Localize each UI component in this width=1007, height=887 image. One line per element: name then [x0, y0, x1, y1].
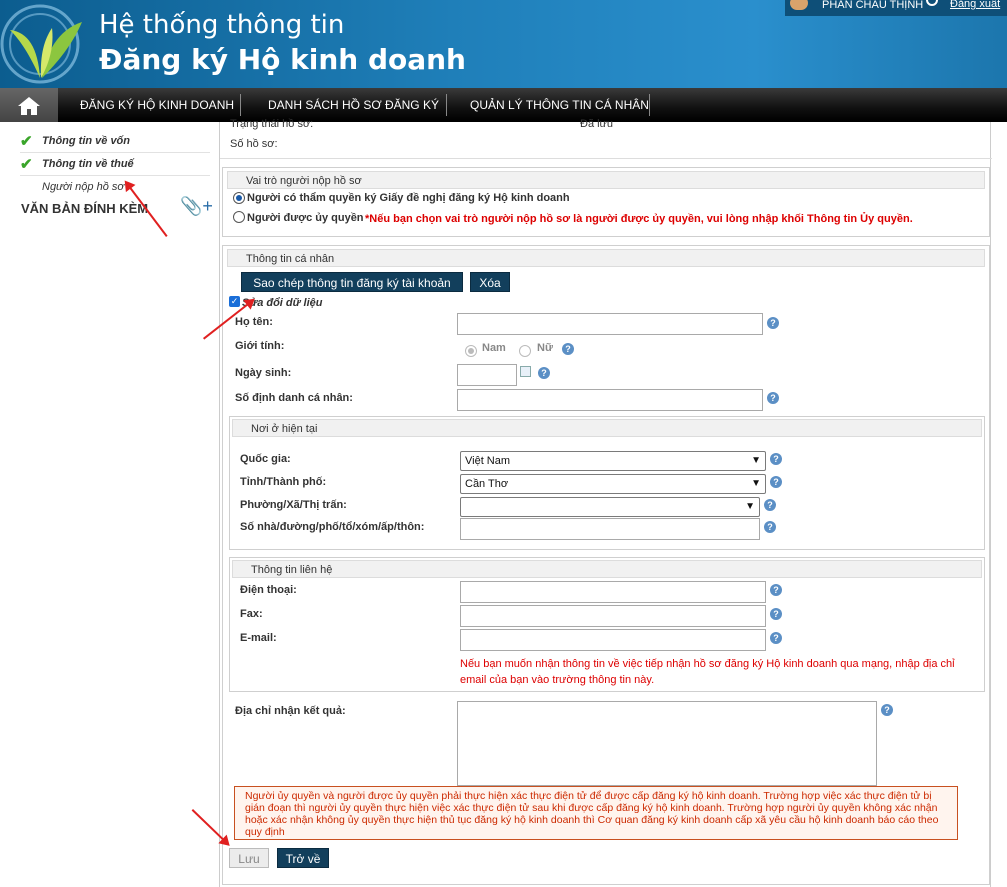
dien-thoai-label: Điện thoại: [240, 584, 297, 596]
divider [20, 175, 210, 176]
user-name: PHAN CHÂU THỊNH [822, 0, 924, 11]
nav-item-danh-sach[interactable]: DANH SÁCH HỒ SƠ ĐĂNG KÝ [268, 88, 439, 122]
gender-female-label: Nữ [537, 342, 553, 354]
divider [220, 158, 992, 159]
status-label: Trạng thái hồ sơ: [230, 118, 314, 130]
chevron-down-icon: ▼ [751, 455, 761, 466]
dien-thoai-input[interactable] [460, 581, 766, 603]
app-title-line2: Đăng ký Hộ kinh doanh [99, 43, 466, 76]
delete-button[interactable]: Xóa [470, 272, 510, 292]
status-value: Đã lưu [580, 118, 614, 130]
save-button[interactable]: Lưu [229, 848, 269, 868]
so-dinh-danh-label: Số định danh cá nhân: [235, 392, 353, 404]
attachments-heading: VĂN BẢN ĐÍNH KÈM [21, 201, 149, 216]
ngay-sinh-label: Ngày sinh: [235, 367, 292, 379]
role-legend: Vai trò người nộp hồ sơ [227, 171, 985, 189]
nav-divider [240, 94, 241, 116]
chevron-down-icon: ▼ [745, 501, 755, 512]
nav-item-quan-ly[interactable]: QUẢN LÝ THÔNG TIN CÁ NHÂN [470, 88, 649, 122]
quoc-gia-label: Quốc gia: [240, 453, 291, 465]
contact-legend: Thông tin liên hệ [232, 560, 982, 578]
sidebar-item-nguoi-nop[interactable]: Người nộp hồ sơ [42, 181, 124, 193]
edit-data-checkbox[interactable]: ✓ [229, 296, 240, 307]
personal-legend: Thông tin cá nhân [227, 249, 985, 267]
help-icon[interactable]: ? [770, 453, 782, 465]
email-note: Nếu bạn muốn nhận thông tin về việc tiếp… [460, 658, 955, 686]
fax-input[interactable] [460, 605, 766, 627]
user-bar: PHAN CHÂU THỊNH Đăng xuất [785, 0, 1007, 16]
residence-section: Nơi ở hiện tại Quốc gia: Việt Nam ▼ ? Tỉn… [229, 416, 985, 550]
residence-legend: Nơi ở hiện tại [232, 419, 982, 437]
role-option-authorized: Người được ủy quyền [247, 212, 364, 224]
paperclip-add-icon[interactable]: 📎+ [180, 196, 213, 217]
divider [20, 152, 210, 153]
app-title-line1: Hệ thống thông tin [99, 10, 345, 40]
so-dinh-danh-input[interactable] [457, 389, 763, 411]
phuong-select[interactable]: ▼ [460, 497, 760, 517]
role-option-owner: Người có thẩm quyền ký Giấy đề nghị đăng… [247, 192, 570, 204]
copy-account-info-button[interactable]: Sao chép thông tin đăng ký tài khoản [241, 272, 463, 292]
email-input[interactable] [460, 629, 766, 651]
ngay-sinh-input[interactable] [457, 364, 517, 386]
main-content: Trạng thái hồ sơ: Đã lưu Số hồ sơ: Vai t… [219, 118, 992, 887]
nav-divider [446, 94, 447, 116]
sidebar-item-thue[interactable]: Thông tin về thuế [42, 158, 134, 170]
role-note: *Nếu bạn chọn vai trò người nộp hồ sơ là… [365, 213, 913, 225]
so-ho-so-label: Số hồ sơ: [230, 138, 278, 150]
help-icon[interactable]: ? [770, 584, 782, 596]
ho-ten-label: Họ tên: [235, 316, 273, 328]
quoc-gia-value: Việt Nam [465, 455, 511, 467]
tinh-select[interactable]: Cần Thơ ▼ [460, 474, 766, 494]
calendar-icon[interactable] [520, 366, 531, 377]
email-label: E-mail: [240, 632, 277, 644]
back-button[interactable]: Trở về [277, 848, 329, 868]
so-nha-input[interactable] [460, 518, 760, 540]
help-icon[interactable]: ? [770, 608, 782, 620]
ho-ten-input[interactable] [457, 313, 763, 335]
contact-section: Thông tin liên hệ Điện thoại: ? Fax: ? E… [229, 557, 985, 692]
help-icon[interactable]: ? [764, 499, 776, 511]
check-icon: ✔ [20, 133, 33, 150]
so-nha-label: Số nhà/đường/phố/tổ/xóm/ấp/thôn: [240, 521, 425, 533]
nav-item-dang-ky[interactable]: ĐĂNG KÝ HỘ KINH DOANH [80, 88, 234, 122]
quoc-gia-select[interactable]: Việt Nam ▼ [460, 451, 766, 471]
help-icon[interactable]: ? [881, 704, 893, 716]
tinh-label: Tỉnh/Thành phố: [240, 476, 327, 488]
nav-divider [649, 94, 650, 116]
clock-icon [926, 0, 938, 6]
gender-radio-female[interactable] [519, 345, 531, 357]
gender-male-label: Nam [482, 342, 506, 354]
help-icon[interactable]: ? [538, 367, 550, 379]
help-icon[interactable]: ? [562, 343, 574, 355]
sidebar-item-von[interactable]: Thông tin về vốn [42, 135, 130, 147]
help-icon[interactable]: ? [770, 632, 782, 644]
role-radio-owner[interactable] [233, 192, 245, 204]
dia-chi-label: Địa chỉ nhận kết quả: [235, 705, 346, 717]
role-radio-authorized[interactable] [233, 211, 245, 223]
dia-chi-textarea[interactable] [457, 701, 877, 786]
logout-link[interactable]: Đăng xuất [950, 0, 1000, 10]
authorization-notice: Người ủy quyền và người được ủy quyền ph… [234, 786, 958, 840]
help-icon[interactable]: ? [767, 317, 779, 329]
chevron-down-icon: ▼ [751, 478, 761, 489]
help-icon[interactable]: ? [770, 476, 782, 488]
logo-icon [0, 4, 82, 84]
gioi-tinh-label: Giới tính: [235, 340, 285, 352]
role-section: Vai trò người nộp hồ sơ Người có thẩm qu… [222, 167, 990, 237]
check-icon: ✔ [20, 156, 33, 173]
fax-label: Fax: [240, 608, 263, 620]
phuong-label: Phường/Xã/Thị trấn: [240, 499, 347, 511]
main-nav: ĐĂNG KÝ HỘ KINH DOANH DANH SÁCH HỒ SƠ ĐĂ… [0, 88, 1007, 122]
help-icon[interactable]: ? [764, 521, 776, 533]
home-icon [18, 97, 40, 115]
sidebar: ✔ Thông tin về vốn ✔ Thông tin về thuế N… [0, 122, 216, 887]
home-button[interactable] [0, 88, 58, 122]
app-header: Hệ thống thông tin Đăng ký Hộ kinh doanh… [0, 0, 1007, 88]
tinh-value: Cần Thơ [465, 478, 509, 490]
avatar [790, 0, 808, 10]
help-icon[interactable]: ? [767, 392, 779, 404]
gender-radio-male[interactable] [465, 345, 477, 357]
